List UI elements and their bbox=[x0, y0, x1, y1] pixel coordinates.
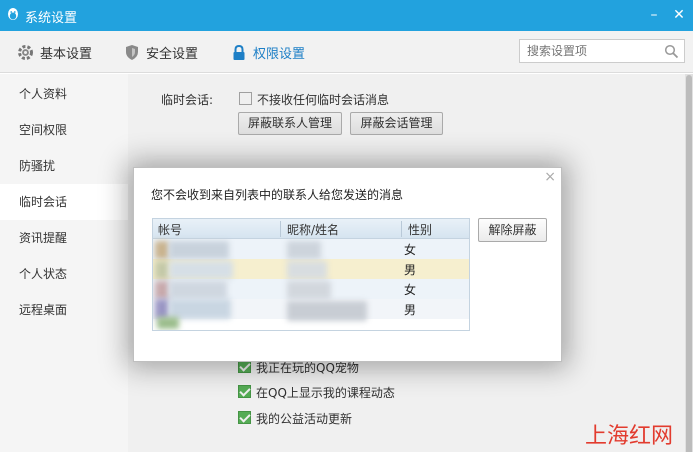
tab-basic-settings[interactable]: 基本设置 bbox=[17, 41, 92, 63]
column-divider bbox=[401, 221, 402, 237]
column-nickname[interactable]: 昵称/姓名 bbox=[287, 221, 339, 238]
sidebar-item-news-alerts[interactable]: 资讯提醒 bbox=[0, 220, 128, 256]
site-watermark: 上海红网 bbox=[585, 424, 674, 449]
column-gender[interactable]: 性别 bbox=[408, 221, 432, 238]
shield-icon bbox=[126, 44, 138, 60]
tab-label: 安全设置 bbox=[146, 46, 199, 62]
window-title: 系统设置 bbox=[25, 11, 78, 26]
contact-gender: 女 bbox=[404, 243, 417, 257]
unblock-button[interactable]: 解除屏蔽 bbox=[478, 218, 547, 242]
contact-gender: 男 bbox=[404, 263, 417, 277]
blocked-contacts-list[interactable]: 帐号 昵称/姓名 性别 女 男 女 男 bbox=[152, 218, 470, 331]
dialog-close-icon[interactable]: × bbox=[544, 169, 556, 185]
close-button[interactable]: ✕ bbox=[670, 6, 688, 24]
search-icon[interactable] bbox=[664, 44, 679, 59]
dialog-message: 您不会收到来自列表中的联系人给您发送的消息 bbox=[151, 188, 404, 202]
column-divider bbox=[280, 221, 281, 237]
contact-gender: 男 bbox=[404, 303, 417, 317]
sidebar-item-anti-harassment[interactable]: 防骚扰 bbox=[0, 148, 128, 184]
gear-icon bbox=[18, 44, 33, 60]
column-account[interactable]: 帐号 bbox=[158, 221, 182, 238]
qq-penguin-icon bbox=[8, 8, 18, 20]
minimize-button[interactable]: – bbox=[645, 6, 663, 24]
sidebar-item-remote-desktop[interactable]: 远程桌面 bbox=[0, 292, 128, 328]
blocked-contacts-dialog: × 您不会收到来自列表中的联系人给您发送的消息 帐号 昵称/姓名 性别 女 男 … bbox=[133, 167, 562, 362]
sidebar-item-temp-session[interactable]: 临时会话 bbox=[0, 184, 128, 220]
search-input[interactable] bbox=[520, 40, 660, 62]
tab-permission-settings[interactable]: 权限设置 bbox=[231, 41, 305, 63]
lock-icon bbox=[233, 44, 245, 60]
sidebar-item-space-permissions[interactable]: 空间权限 bbox=[0, 112, 128, 148]
tab-label: 基本设置 bbox=[40, 46, 93, 62]
title-bar: 系统设置 – ✕ bbox=[0, 0, 693, 31]
settings-search[interactable] bbox=[519, 39, 685, 63]
settings-sidebar: 个人资料 空间权限 防骚扰 临时会话 资讯提醒 个人状态 远程桌面 bbox=[0, 74, 128, 452]
contact-gender: 女 bbox=[404, 283, 417, 297]
tab-label: 权限设置 bbox=[253, 46, 306, 62]
sidebar-item-personal-status[interactable]: 个人状态 bbox=[0, 256, 128, 292]
sidebar-item-profile[interactable]: 个人资料 bbox=[0, 76, 128, 112]
tab-security-settings[interactable]: 安全设置 bbox=[124, 41, 198, 63]
list-header: 帐号 昵称/姓名 性别 bbox=[153, 219, 469, 239]
